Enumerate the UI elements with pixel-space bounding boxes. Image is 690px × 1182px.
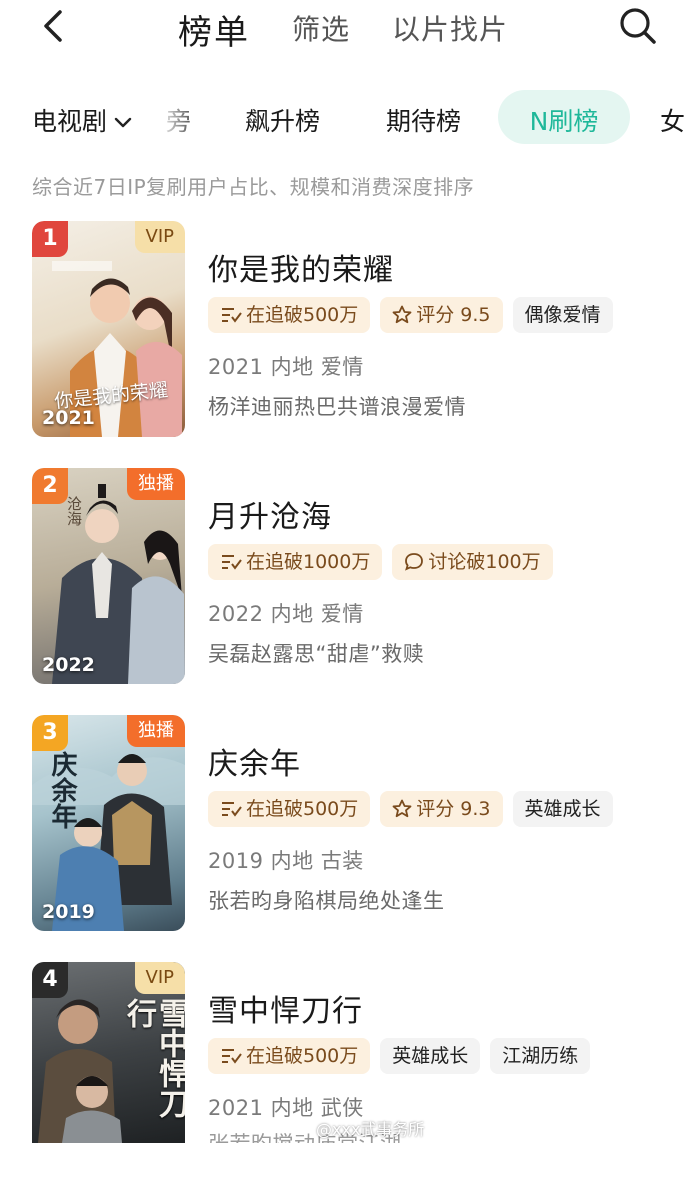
chevron-down-icon bbox=[114, 117, 132, 128]
tag-label: 评分 9.5 bbox=[416, 304, 491, 326]
comment-icon bbox=[405, 553, 424, 571]
poster-year: 2022 bbox=[42, 654, 95, 676]
tab-find-by-show[interactable]: 以片找片 bbox=[392, 8, 508, 48]
following-tag: 在追破500万 bbox=[208, 297, 371, 333]
vip-badge: VIP bbox=[134, 962, 185, 994]
following-tag: 在追破1000万 bbox=[208, 544, 383, 580]
rank-badge: 1 bbox=[32, 221, 68, 257]
tab-rankings[interactable]: 榜单 bbox=[178, 5, 250, 54]
tag-row: 在追破500万 评分 9.5 偶像爱情 bbox=[208, 297, 623, 333]
exclusive-badge: 独播 bbox=[127, 468, 185, 500]
tag-row: 在追破500万 评分 9.3 英雄成长 bbox=[208, 791, 623, 827]
show-meta: 2019 内地 古装 bbox=[208, 849, 364, 873]
following-icon bbox=[222, 802, 242, 817]
list-item[interactable]: 雪中悍刀行 4 VIP 雪中悍刀行 在追破500万 英雄成长 江湖历练 2021 内… bbox=[0, 962, 690, 1182]
show-title[interactable]: 庆余年 bbox=[208, 739, 301, 783]
tag-label: 在追破1000万 bbox=[246, 551, 371, 573]
poster-year: 2019 bbox=[42, 901, 95, 923]
poster-image[interactable]: 你是我的荣耀 1 VIP 2021 bbox=[32, 221, 185, 437]
genre-tag[interactable]: 英雄成长 bbox=[380, 1038, 481, 1074]
following-icon bbox=[222, 308, 242, 323]
poster-image[interactable]: 庆余年 3 独播 2019 bbox=[32, 715, 185, 931]
list-item[interactable]: 你是我的荣耀 1 VIP 2021 你是我的荣耀 在追破500万 评分 9.5 偶像… bbox=[0, 221, 690, 441]
tag-label: 讨论破100万 bbox=[428, 551, 541, 573]
following-icon bbox=[222, 1049, 242, 1064]
discussion-tag: 讨论破100万 bbox=[392, 544, 553, 580]
vip-badge: VIP bbox=[134, 221, 185, 253]
show-tagline: 杨洋迪丽热巴共谱浪漫爱情 bbox=[208, 395, 466, 419]
poster-title-art: 庆余年 bbox=[47, 751, 77, 829]
rating-tag: 评分 9.3 bbox=[380, 791, 503, 827]
star-icon bbox=[392, 799, 412, 818]
show-title[interactable]: 你是我的荣耀 bbox=[208, 245, 394, 289]
following-tag: 在追破500万 bbox=[208, 1038, 371, 1074]
list-item[interactable]: 沧海 2 独播 2022 月升沧海 在追破1000万 讨论破100万 2022 内… bbox=[0, 468, 690, 688]
search-icon[interactable] bbox=[616, 4, 660, 48]
ranking-description: 综合近7日IP复刷用户占比、规模和消费深度排序 bbox=[32, 175, 475, 199]
show-title[interactable]: 月升沧海 bbox=[208, 492, 332, 536]
show-title[interactable]: 雪中悍刀行 bbox=[208, 986, 363, 1030]
poster-year: 2021 bbox=[42, 407, 95, 429]
show-tagline: 吴磊赵露思“甜虐”救赎 bbox=[208, 642, 425, 666]
category-dropdown[interactable]: 电视剧 bbox=[32, 102, 133, 138]
top-nav: 榜单 筛选 以片找片 bbox=[0, 0, 690, 56]
poster-image[interactable]: 雪中悍刀行 4 VIP bbox=[32, 962, 185, 1143]
category-tab-partial-right[interactable]: 女 bbox=[660, 102, 685, 138]
list-item[interactable]: 庆余年 3 独播 2019 庆余年 在追破500万 评分 9.3 英雄成长 2019… bbox=[0, 715, 690, 935]
back-arrow-icon[interactable] bbox=[36, 8, 72, 44]
genre-tag[interactable]: 偶像爱情 bbox=[512, 297, 613, 333]
rank-badge: 2 bbox=[32, 468, 68, 504]
tab-filter[interactable]: 筛选 bbox=[292, 8, 350, 48]
tag-label: 在追破500万 bbox=[246, 304, 359, 326]
show-tagline: 张若昀身陷棋局绝处逢生 bbox=[208, 889, 445, 913]
rank-badge: 3 bbox=[32, 715, 68, 751]
following-icon bbox=[222, 555, 242, 570]
poster-image[interactable]: 沧海 2 独播 2022 bbox=[32, 468, 185, 684]
watermark: @xxx武事务所 bbox=[316, 1120, 425, 1139]
star-icon bbox=[392, 305, 412, 324]
category-tab-anticipated[interactable]: 期待榜 bbox=[386, 102, 461, 138]
tag-label: 在追破500万 bbox=[246, 798, 359, 820]
tag-row: 在追破1000万 讨论破100万 bbox=[208, 544, 563, 580]
show-meta: 2022 内地 爱情 bbox=[208, 602, 364, 626]
genre-tag[interactable]: 江湖历练 bbox=[490, 1038, 591, 1074]
following-tag: 在追破500万 bbox=[208, 791, 371, 827]
category-tab-n-rewatch-label: N刷榜 bbox=[529, 107, 599, 136]
show-meta: 2021 内地 爱情 bbox=[208, 355, 364, 379]
tag-row: 在追破500万 英雄成长 江湖历练 bbox=[208, 1038, 600, 1074]
genre-tag[interactable]: 英雄成长 bbox=[512, 791, 613, 827]
exclusive-badge: 独播 bbox=[127, 715, 185, 747]
rating-tag: 评分 9.5 bbox=[380, 297, 503, 333]
category-tabs: 电视剧 旁 飙升榜 期待榜 N刷榜 女 bbox=[0, 88, 690, 148]
poster-title-art: 雪中悍刀行 bbox=[121, 998, 185, 1118]
tag-label: 在追破500万 bbox=[246, 1045, 359, 1067]
rank-badge: 4 bbox=[32, 962, 68, 998]
poster-title-art: 沧海 bbox=[65, 496, 83, 526]
scroll-fade bbox=[158, 88, 198, 148]
tag-label: 评分 9.3 bbox=[416, 798, 491, 820]
category-tab-n-rewatch[interactable]: N刷榜 bbox=[498, 90, 630, 144]
category-dropdown-label: 电视剧 bbox=[32, 107, 108, 136]
category-tab-rising[interactable]: 飙升榜 bbox=[245, 102, 320, 138]
